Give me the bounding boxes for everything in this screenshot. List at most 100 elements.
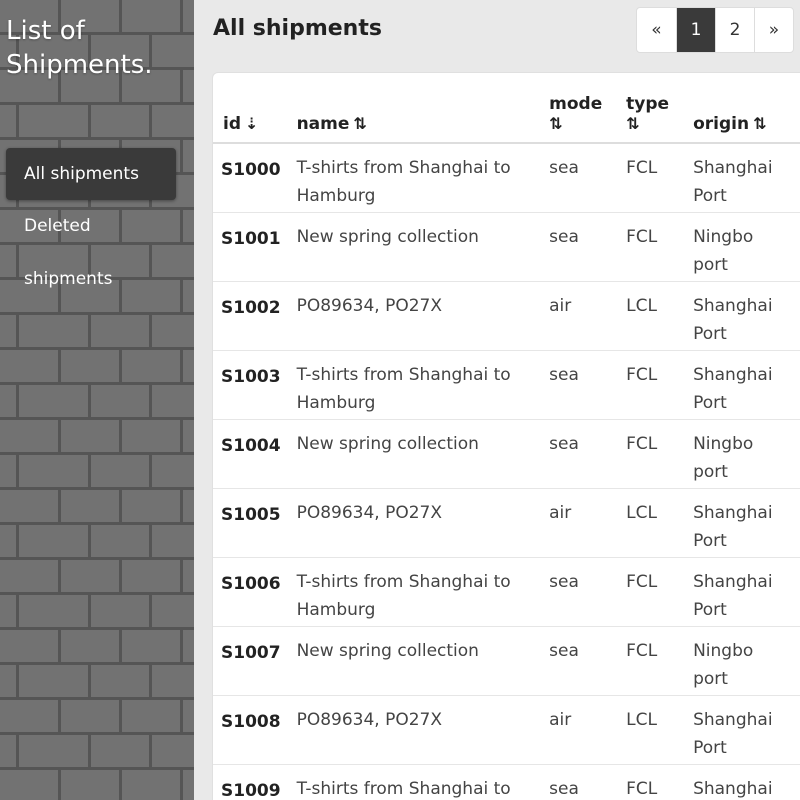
- cell-id: S1004: [213, 418, 289, 488]
- cell-mode: sea: [541, 625, 619, 695]
- sort-desc-icon[interactable]: ⇣: [245, 114, 258, 133]
- cell-id: S1005: [213, 487, 289, 557]
- table-row[interactable]: S1002 PO89634, PO27X air LCL Shanghai Port: [213, 280, 800, 350]
- cell-origin: Ningbo port: [685, 418, 794, 488]
- app-title: List of Shipments.: [6, 16, 153, 80]
- cell-id: S1006: [213, 556, 289, 626]
- nav-item-deleted[interactable]: Deleted: [6, 200, 176, 253]
- cell-type: FCL: [618, 349, 686, 419]
- cell-name: T-shirts from Shanghai to Hamburg: [288, 763, 542, 800]
- shipments-table-card: id ⇣ name ⇅ mode ⇅ type ⇅ origin ⇅ S1000 T-shi…: [212, 72, 800, 800]
- cell-type: FCL: [618, 418, 686, 488]
- cell-mode: sea: [541, 142, 619, 212]
- table-row[interactable]: S1004 New spring collection sea FCL Ningbo p…: [213, 418, 800, 488]
- cell-name: T-shirts from Shanghai to Hamburg: [288, 349, 542, 419]
- cell-mode: air: [541, 487, 619, 557]
- cell-type: FCL: [618, 763, 686, 800]
- cell-truncated: [793, 487, 800, 557]
- pagination-next-button[interactable]: »: [754, 8, 793, 52]
- cell-name: PO89634, PO27X: [288, 694, 542, 764]
- column-header-mode[interactable]: mode ⇅: [541, 73, 619, 144]
- column-header-name-label: name: [296, 114, 350, 134]
- cell-truncated: [793, 280, 800, 350]
- cell-origin: Shanghai Port: [685, 142, 794, 212]
- cell-type: FCL: [618, 211, 686, 281]
- cell-origin: Shanghai Port: [685, 694, 794, 764]
- cell-name: PO89634, PO27X: [288, 280, 542, 350]
- sidebar: List of Shipments. All shipments Deleted…: [0, 0, 194, 800]
- cell-origin: Ningbo port: [685, 625, 794, 695]
- cell-id: S1001: [213, 211, 289, 281]
- cell-name: New spring collection: [288, 211, 542, 281]
- cell-type: FCL: [618, 142, 686, 212]
- shipments-table: id ⇣ name ⇅ mode ⇅ type ⇅ origin ⇅ S1000 T-shi…: [213, 73, 800, 800]
- cell-name: New spring collection: [288, 418, 542, 488]
- cell-mode: sea: [541, 349, 619, 419]
- column-header-origin[interactable]: origin ⇅: [685, 73, 794, 144]
- cell-id: S1007: [213, 625, 289, 695]
- cell-id: S1009: [213, 763, 289, 800]
- column-header-type[interactable]: type ⇅: [618, 73, 686, 144]
- pagination-page-1-button[interactable]: 1: [676, 8, 715, 52]
- cell-id: S1008: [213, 694, 289, 764]
- page-title: All shipments: [213, 16, 382, 41]
- cell-mode: sea: [541, 763, 619, 800]
- cell-mode: air: [541, 280, 619, 350]
- cell-mode: sea: [541, 556, 619, 626]
- cell-origin: Shanghai Port: [685, 487, 794, 557]
- column-header-origin-label: origin: [693, 114, 750, 134]
- cell-name: New spring collection: [288, 625, 542, 695]
- cell-origin: Ningbo port: [685, 211, 794, 281]
- cell-origin: Shanghai Port: [685, 280, 794, 350]
- cell-type: LCL: [618, 487, 686, 557]
- cell-type: FCL: [618, 625, 686, 695]
- column-header-name[interactable]: name ⇅: [288, 73, 542, 144]
- table-row[interactable]: S1003 T-shirts from Shanghai to Hamburg se…: [213, 349, 800, 419]
- cell-type: FCL: [618, 556, 686, 626]
- table-row[interactable]: S1006 T-shirts from Shanghai to Hamburg se…: [213, 556, 800, 626]
- sort-icon[interactable]: ⇅: [626, 114, 639, 133]
- cell-truncated: [793, 625, 800, 695]
- table-body: S1000 T-shirts from Shanghai to Hamburg se…: [213, 142, 800, 800]
- cell-origin: Shanghai Port: [685, 763, 794, 800]
- table-row[interactable]: S1001 New spring collection sea FCL Ningbo p…: [213, 211, 800, 281]
- cell-truncated: [793, 418, 800, 488]
- cell-mode: sea: [541, 418, 619, 488]
- pagination-prev-button[interactable]: «: [637, 8, 676, 52]
- cell-type: LCL: [618, 280, 686, 350]
- cell-id: S1003: [213, 349, 289, 419]
- sort-icon[interactable]: ⇅: [549, 114, 562, 133]
- cell-id: S1000: [213, 142, 289, 212]
- cell-truncated: [793, 556, 800, 626]
- sort-icon[interactable]: ⇅: [753, 114, 766, 133]
- column-header-id-label: id: [223, 114, 241, 134]
- cell-truncated: [793, 211, 800, 281]
- cell-truncated: [793, 763, 800, 800]
- column-header-mode-label: mode: [549, 94, 603, 114]
- table-row[interactable]: S1000 T-shirts from Shanghai to Hamburg se…: [213, 142, 800, 212]
- cell-id: S1002: [213, 280, 289, 350]
- pagination-page-2-button[interactable]: 2: [715, 8, 754, 52]
- cell-type: LCL: [618, 694, 686, 764]
- sidebar-nav: All shipments Deleted shipments: [6, 148, 176, 306]
- column-header-type-label: type: [626, 94, 670, 114]
- cell-truncated: [793, 349, 800, 419]
- table-header-row: id ⇣ name ⇅ mode ⇅ type ⇅ origin ⇅: [213, 73, 800, 144]
- cell-name: T-shirts from Shanghai to Hamburg: [288, 142, 542, 212]
- table-row[interactable]: S1005 PO89634, PO27X air LCL Shanghai Port: [213, 487, 800, 557]
- nav-item-deleted-shipments[interactable]: shipments: [6, 253, 176, 306]
- pagination: « 1 2 »: [636, 7, 794, 53]
- table-row[interactable]: S1008 PO89634, PO27X air LCL Shanghai Port: [213, 694, 800, 764]
- nav-item-all-shipments[interactable]: All shipments: [6, 148, 176, 200]
- table-row[interactable]: S1009T-shirts from Shanghai to Hamburgse…: [213, 763, 800, 800]
- cell-mode: air: [541, 694, 619, 764]
- cell-mode: sea: [541, 211, 619, 281]
- cell-name: PO89634, PO27X: [288, 487, 542, 557]
- sort-icon[interactable]: ⇅: [353, 114, 366, 133]
- column-header-id[interactable]: id ⇣: [213, 73, 289, 144]
- cell-name: T-shirts from Shanghai to Hamburg: [288, 556, 542, 626]
- table-row[interactable]: S1007 New spring collection sea FCL Ningbo p…: [213, 625, 800, 695]
- cell-origin: Shanghai Port: [685, 349, 794, 419]
- cell-origin: Shanghai Port: [685, 556, 794, 626]
- cell-truncated: [793, 142, 800, 212]
